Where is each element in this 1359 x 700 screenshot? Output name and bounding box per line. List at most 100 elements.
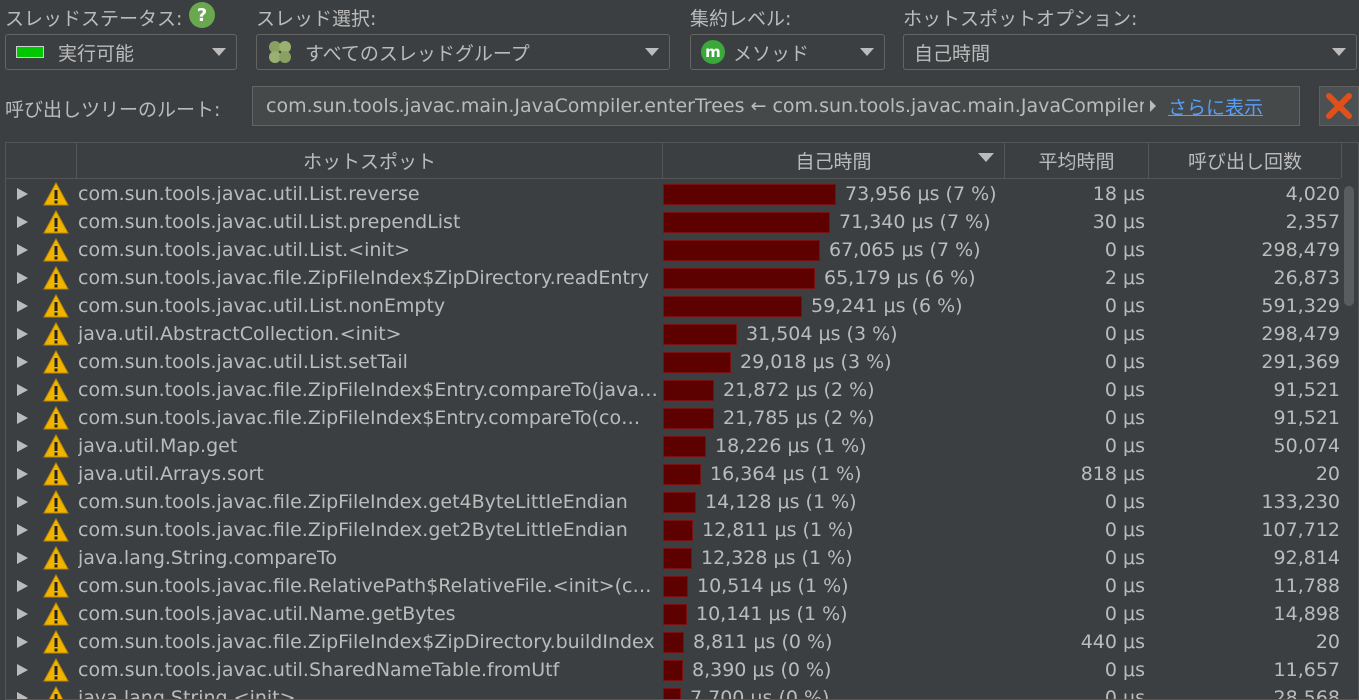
column-header-self-time[interactable]: 自己時間	[663, 143, 1005, 178]
table-row[interactable]: com.sun.tools.javac.util.List.setTail 29,…	[6, 348, 1358, 376]
running-status-icon	[16, 46, 44, 58]
table-row[interactable]: com.sun.tools.javac.util.SharedNameTable…	[6, 656, 1358, 684]
table-row[interactable]: com.sun.tools.javac.util.List.nonEmpty 59…	[6, 292, 1358, 320]
table-row[interactable]: java.util.AbstractCollection.<init> 31,50…	[6, 320, 1358, 348]
table-row[interactable]: com.sun.tools.javac.util.List.reverse 73,…	[6, 180, 1358, 208]
expand-row-icon[interactable]	[17, 580, 28, 592]
column-header-call-count[interactable]: 呼び出し回数	[1149, 143, 1342, 178]
table-row[interactable]: com.sun.tools.javac.file.ZipFileIndex$En…	[6, 376, 1358, 404]
aggregation-level-label: 集約レベル:	[690, 8, 792, 30]
self-time-bar	[663, 212, 830, 233]
self-time-bar	[663, 576, 688, 597]
table-row[interactable]: com.sun.tools.javac.file.ZipFileIndex.ge…	[6, 516, 1358, 544]
expand-row-icon[interactable]	[17, 356, 28, 368]
chevron-down-icon	[645, 48, 659, 56]
expand-row-icon[interactable]	[17, 524, 28, 536]
warning-icon	[43, 546, 69, 570]
chevron-down-icon	[1332, 48, 1346, 56]
expand-row-icon[interactable]	[17, 384, 28, 396]
table-row[interactable]: java.util.Arrays.sort 16,364 μs (1 %) 818 …	[6, 460, 1358, 488]
self-time-bar	[663, 268, 815, 289]
warning-icon	[43, 238, 69, 262]
hotspot-method-name: com.sun.tools.javac.util.SharedNameTable…	[78, 659, 560, 681]
column-header-avg-time[interactable]: 平均時間	[1005, 143, 1149, 178]
self-time-bar	[663, 492, 696, 513]
aggregation-level-dropdown[interactable]: m メソッド	[690, 34, 885, 70]
hotspot-method-name: com.sun.tools.javac.file.ZipFileIndex$Zi…	[78, 631, 655, 653]
self-time-value: 10,141 μs (1 %)	[696, 603, 848, 625]
table-row[interactable]: com.sun.tools.javac.file.ZipFileIndex$Zi…	[6, 628, 1358, 656]
expand-row-icon[interactable]	[17, 608, 28, 620]
table-row[interactable]: com.sun.tools.javac.util.List.<init> 67,0…	[6, 236, 1358, 264]
thread-select-label: スレッド選択:	[256, 8, 377, 30]
avg-time-value: 30 μs	[1092, 211, 1145, 233]
expand-row-icon[interactable]	[17, 300, 28, 312]
table-row[interactable]: com.sun.tools.javac.file.RelativePath$Re…	[6, 572, 1358, 600]
self-time-bar	[663, 408, 714, 429]
remove-root-button[interactable]	[1319, 86, 1359, 126]
table-row[interactable]: com.sun.tools.javac.util.Name.getBytes 10…	[6, 600, 1358, 628]
chevron-down-icon	[860, 48, 874, 56]
expand-row-icon[interactable]	[17, 664, 28, 676]
avg-time-value: 0 μs	[1104, 547, 1145, 569]
expand-row-icon[interactable]	[17, 272, 28, 284]
call-count-value: 92,814	[1273, 547, 1340, 569]
self-time-value: 18,226 μs (1 %)	[715, 435, 867, 457]
expand-row-icon[interactable]	[17, 188, 28, 200]
thread-select-dropdown[interactable]: すべてのスレッドグループ	[256, 34, 670, 70]
call-count-value: 26,873	[1273, 267, 1340, 289]
expand-row-icon[interactable]	[17, 440, 28, 452]
thread-status-value: 実行可能	[58, 42, 135, 65]
sort-descending-icon	[978, 153, 994, 162]
expand-row-icon[interactable]	[17, 552, 28, 564]
table-row[interactable]: com.sun.tools.javac.util.List.prependLis…	[6, 208, 1358, 236]
expand-row-icon[interactable]	[17, 244, 28, 256]
table-row[interactable]: com.sun.tools.javac.file.ZipFileIndex$Zi…	[6, 264, 1358, 292]
hotspot-method-name: java.util.Map.get	[78, 435, 238, 457]
expand-row-icon[interactable]	[17, 636, 28, 648]
call-count-value: 291,369	[1261, 351, 1340, 373]
call-count-value: 20	[1315, 463, 1340, 485]
table-row[interactable]: com.sun.tools.javac.file.ZipFileIndex$En…	[6, 404, 1358, 432]
hotspot-method-name: java.util.AbstractCollection.<init>	[78, 323, 402, 345]
self-time-bar	[663, 324, 737, 345]
warning-icon	[43, 462, 69, 486]
warning-icon	[43, 518, 69, 542]
call-count-value: 4,020	[1285, 183, 1340, 205]
table-header: ホットスポット 自己時間 平均時間 呼び出し回数	[6, 143, 1358, 179]
expand-row-icon[interactable]	[17, 216, 28, 228]
scrollbar-thumb[interactable]	[1344, 186, 1354, 306]
call-count-value: 91,521	[1273, 379, 1340, 401]
hotspot-method-name: com.sun.tools.javac.file.RelativePath$Re…	[78, 575, 658, 597]
avg-time-value: 0 μs	[1104, 659, 1145, 681]
expand-row-icon[interactable]	[17, 412, 28, 424]
show-more-link[interactable]: さらに表示	[1168, 93, 1263, 120]
hotspot-option-dropdown[interactable]: 自己時間	[903, 34, 1357, 70]
chevron-down-icon	[212, 48, 226, 56]
thread-status-dropdown[interactable]: 実行可能	[5, 34, 237, 70]
hotspot-option-label: ホットスポットオプション:	[903, 8, 1138, 30]
self-time-value: 7,700 μs (0 %)	[690, 687, 830, 700]
help-icon[interactable]: ?	[189, 2, 215, 28]
expand-row-icon[interactable]	[17, 328, 28, 340]
hotspot-method-name: com.sun.tools.javac.util.List.setTail	[78, 351, 408, 373]
warning-icon	[43, 490, 69, 514]
table-row[interactable]: java.util.Map.get 18,226 μs (1 %) 0 μs 50,0…	[6, 432, 1358, 460]
expand-row-icon[interactable]	[17, 468, 28, 480]
self-time-bar	[663, 548, 692, 569]
table-row[interactable]: java.lang.String.compareTo 12,328 μs (1 %…	[6, 544, 1358, 572]
expand-row-icon[interactable]	[17, 692, 28, 699]
table-row[interactable]: com.sun.tools.javac.file.ZipFileIndex.ge…	[6, 488, 1358, 516]
warning-icon	[43, 602, 69, 626]
self-time-value: 8,390 μs (0 %)	[692, 659, 832, 681]
warning-icon	[43, 182, 69, 206]
column-header-hotspot[interactable]: ホットスポット	[77, 143, 663, 178]
call-count-value: 11,657	[1273, 659, 1340, 681]
table-row[interactable]: java.lang.String.<init> 7,700 μs (0 %) 0 μ…	[6, 684, 1358, 700]
call-tree-root-label: 呼び出しツリーのルート:	[5, 99, 221, 121]
hotspot-method-name: java.util.Arrays.sort	[78, 463, 264, 485]
avg-time-value: 0 μs	[1104, 351, 1145, 373]
expand-row-icon[interactable]	[17, 496, 28, 508]
vertical-scrollbar[interactable]	[1340, 178, 1358, 699]
self-time-bar	[663, 184, 836, 205]
